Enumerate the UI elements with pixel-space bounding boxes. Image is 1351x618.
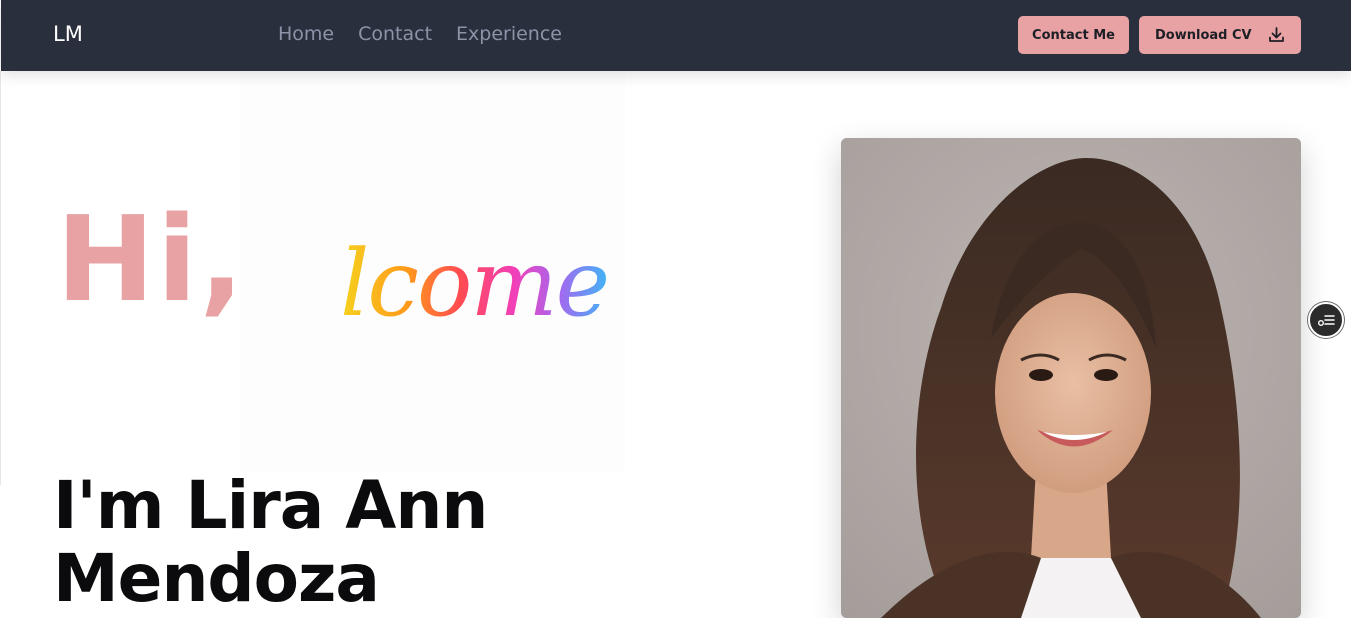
download-icon bbox=[1268, 26, 1285, 47]
nav-links: Home Contact Experience bbox=[278, 23, 562, 45]
name-heading-line-2: Mendoza bbox=[53, 540, 380, 617]
nav-link-home[interactable]: Home bbox=[278, 23, 334, 45]
nav-link-experience[interactable]: Experience bbox=[456, 23, 562, 45]
left-divider bbox=[0, 71, 1, 485]
greeting-heading: Hi, bbox=[56, 190, 247, 328]
welcome-script-glyphs: lcome bbox=[340, 230, 608, 325]
contact-me-label: Contact Me bbox=[1032, 27, 1115, 43]
site-logo[interactable]: LM bbox=[53, 22, 83, 46]
filter-list-icon[interactable] bbox=[1308, 302, 1344, 338]
portrait-photo bbox=[841, 138, 1301, 618]
download-cv-button[interactable]: Download CV bbox=[1139, 16, 1301, 54]
nav-link-contact[interactable]: Contact bbox=[358, 23, 432, 45]
welcome-script-text: lcome bbox=[340, 230, 610, 337]
contact-me-button[interactable]: Contact Me bbox=[1018, 16, 1129, 54]
top-navbar: LM Home Contact Experience Contact Me Do… bbox=[1, 0, 1351, 71]
download-cv-label: Download CV bbox=[1155, 27, 1252, 43]
name-heading-line-1: I'm Lira Ann bbox=[53, 467, 488, 544]
